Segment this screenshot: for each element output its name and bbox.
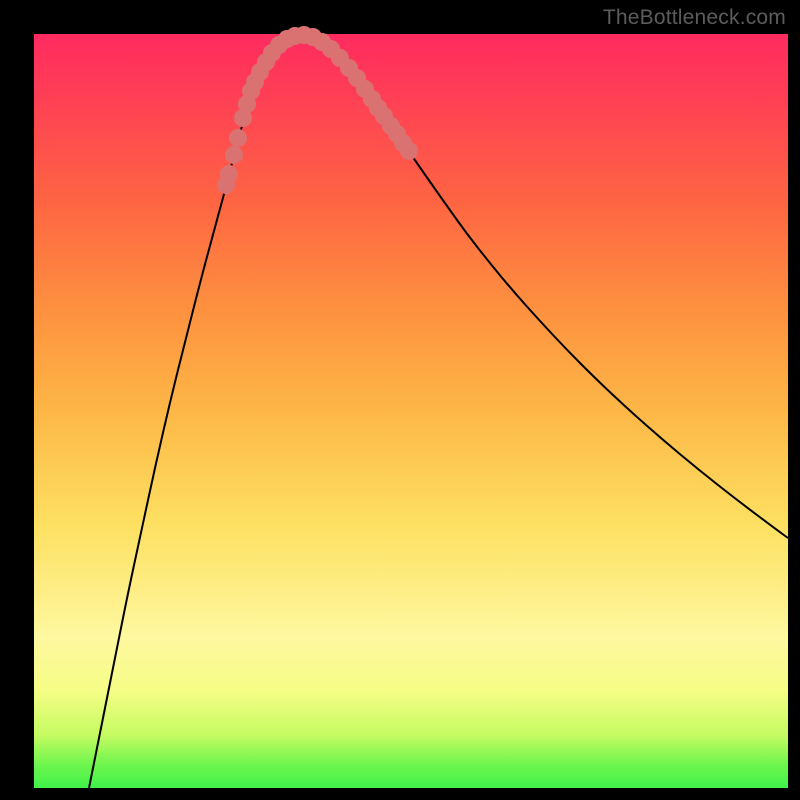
plot-area: [34, 34, 788, 788]
curve-svg: [34, 34, 788, 788]
marker-group: [217, 26, 418, 194]
chart-frame: TheBottleneck.com: [0, 0, 800, 800]
data-marker: [225, 146, 243, 164]
watermark-text: TheBottleneck.com: [603, 6, 786, 30]
data-marker: [220, 165, 238, 183]
data-marker: [400, 142, 418, 160]
data-marker: [229, 129, 247, 147]
bottleneck-curve: [89, 35, 788, 789]
